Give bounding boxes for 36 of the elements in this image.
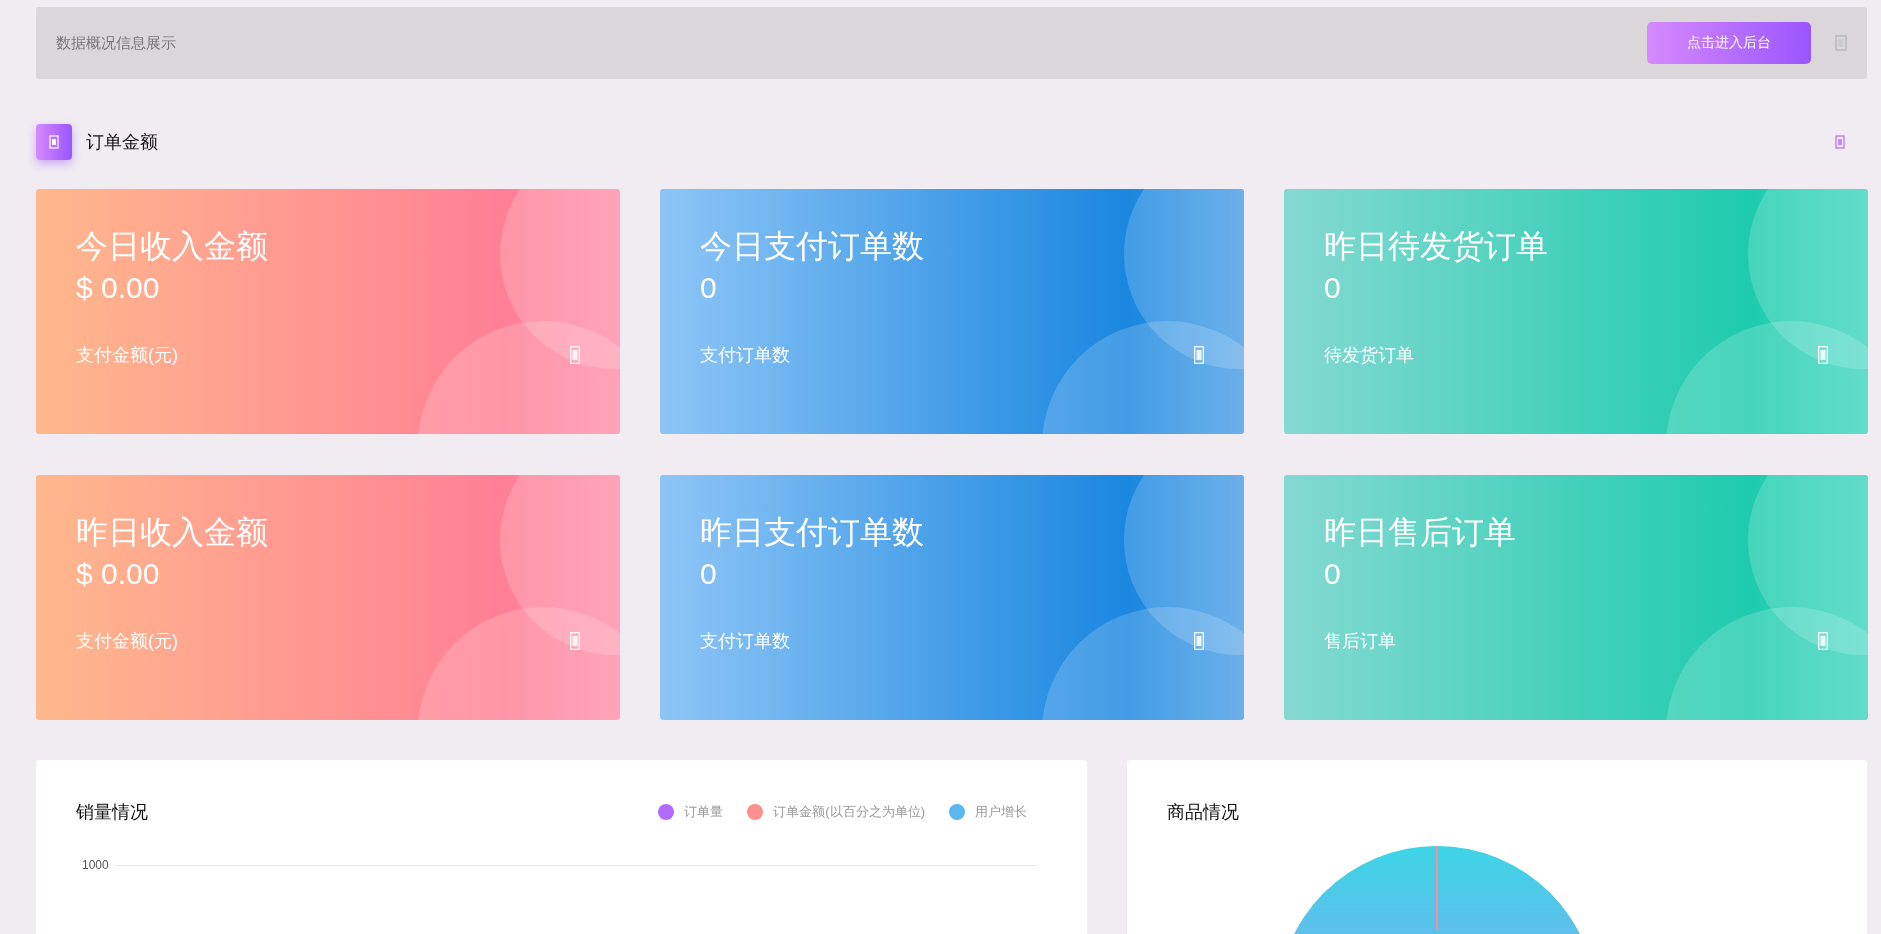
- card-value: $ 0.00: [76, 557, 161, 592]
- placeholder-icon: [570, 346, 580, 365]
- axis-label: 1000: [82, 858, 109, 872]
- card-caption: 待发货订单: [1324, 344, 1414, 368]
- card-caption: 售后订单: [1324, 630, 1396, 654]
- card-caption: 支付订单数: [700, 630, 790, 654]
- placeholder-icon: [570, 632, 580, 651]
- section-icon: [36, 124, 72, 160]
- card-title: 昨日收入金额: [76, 513, 269, 552]
- placeholder-icon: [1818, 346, 1828, 365]
- panel-title: 销量情况: [76, 801, 148, 824]
- page-title: 数据概况信息展示: [56, 33, 176, 53]
- placeholder-icon: [1818, 632, 1828, 651]
- legend-label: 订单金额(以百分之为单位): [773, 803, 925, 821]
- section-title: 订单金额: [86, 131, 158, 154]
- card-value: $ 0.00: [76, 271, 161, 306]
- placeholder-icon: [1194, 632, 1204, 651]
- card-title: 昨日售后订单: [1324, 513, 1517, 552]
- card-value: 0: [700, 271, 718, 306]
- panel-title: 商品情况: [1167, 801, 1240, 824]
- legend-label: 订单量: [684, 803, 724, 821]
- card-caption: 支付金额(元): [76, 630, 178, 654]
- placeholder-icon[interactable]: [1835, 35, 1847, 51]
- placeholder-icon[interactable]: [1835, 135, 1845, 149]
- card-title: 昨日支付订单数: [700, 513, 925, 552]
- legend-label: 用户增长: [975, 803, 1027, 821]
- admin-button[interactable]: 点击进入后台: [1647, 22, 1811, 64]
- placeholder-icon: [1194, 346, 1204, 365]
- card-value: 0: [700, 557, 718, 592]
- card-title: 今日收入金额: [76, 227, 269, 266]
- card-value: 0: [1324, 557, 1342, 592]
- card-caption: 支付订单数: [700, 344, 790, 368]
- card-title: 昨日待发货订单: [1324, 227, 1549, 266]
- card-caption: 支付金额(元): [76, 344, 178, 368]
- card-title: 今日支付订单数: [700, 227, 925, 266]
- card-value: 0: [1324, 271, 1342, 306]
